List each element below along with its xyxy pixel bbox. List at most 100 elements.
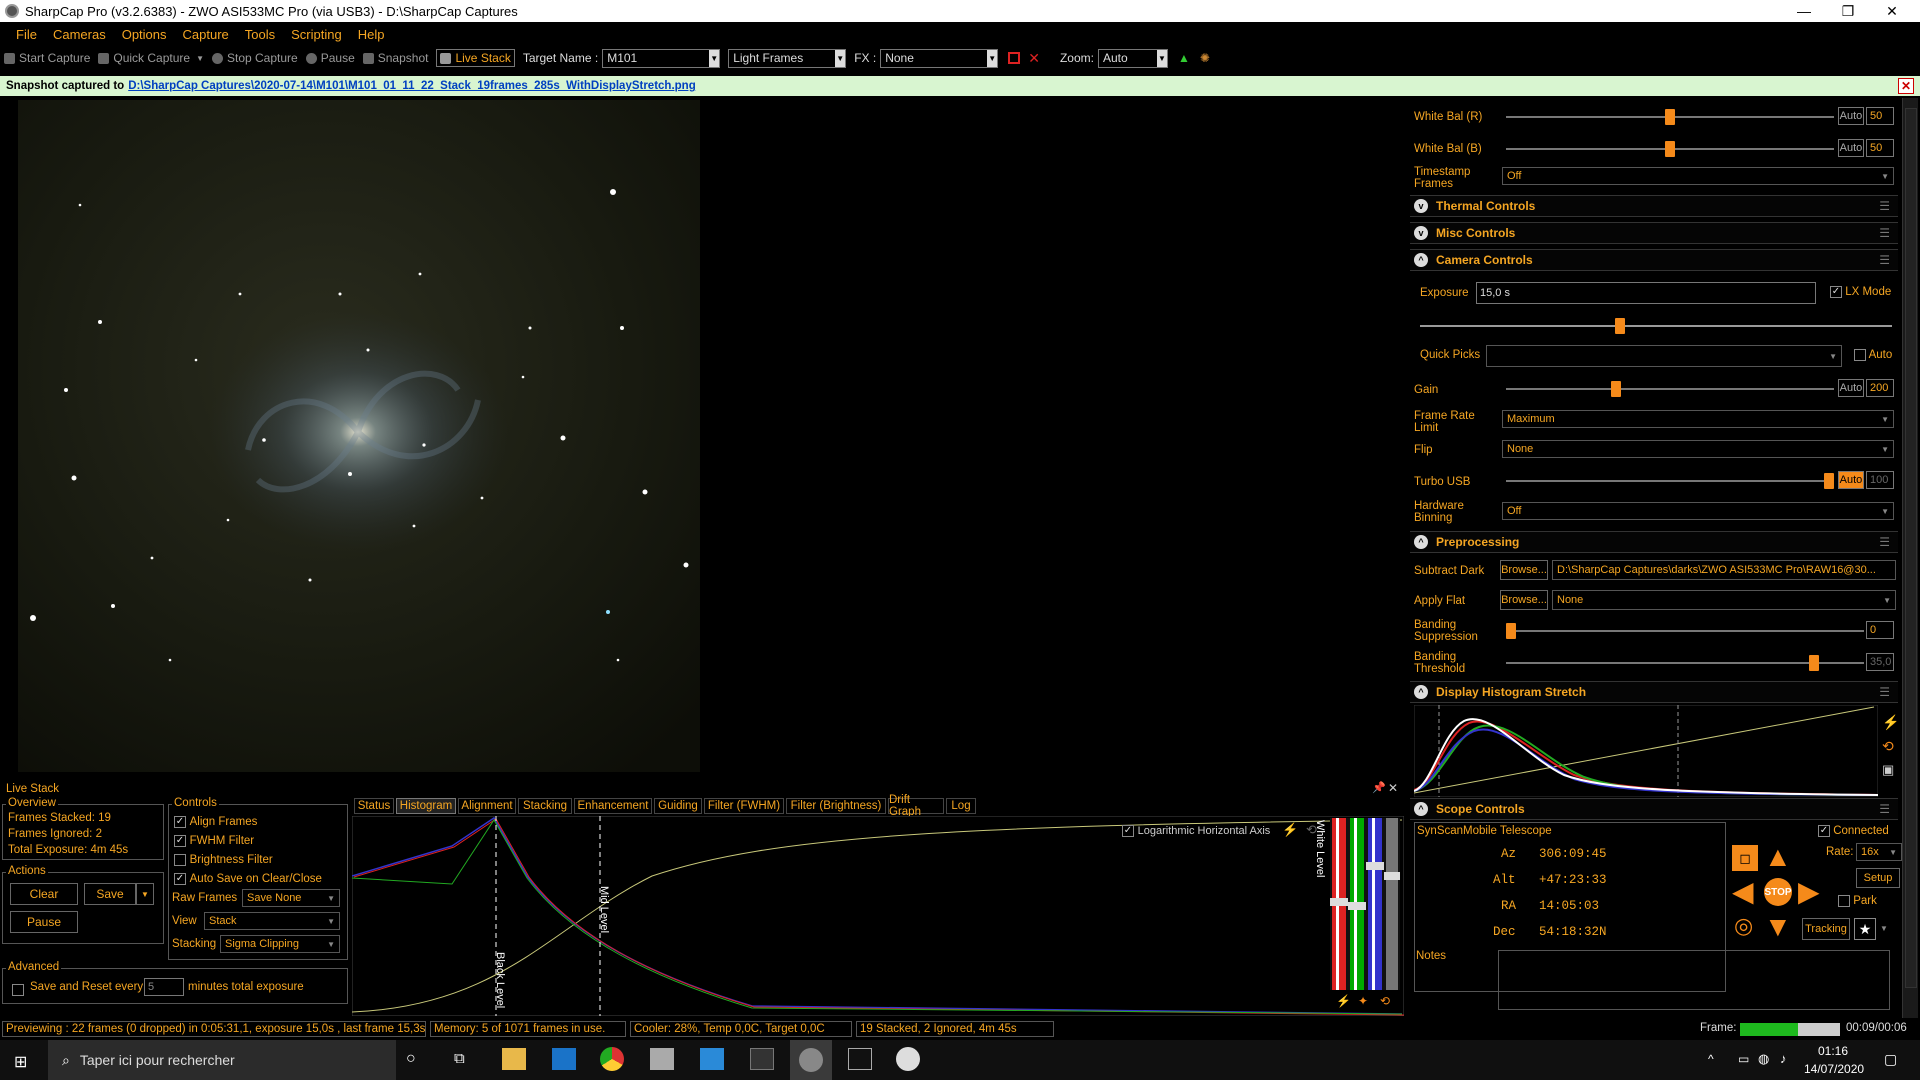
stop-capture-button[interactable]: Stop Capture (212, 51, 298, 65)
stop-button[interactable]: STOP (1764, 878, 1792, 906)
banding-suppression-slider[interactable] (1506, 623, 1864, 639)
frame-type-select[interactable]: Light Frames ▼ (728, 48, 847, 68)
thermal-controls-header[interactable]: v Thermal Controls ☰ (1410, 195, 1898, 217)
gain-value[interactable]: 200 (1866, 379, 1894, 397)
app-icon[interactable] (896, 1047, 920, 1071)
start-capture-button[interactable]: Start Capture (4, 51, 90, 65)
cortana-icon[interactable]: ○ (406, 1050, 416, 1068)
white-bal-b-auto[interactable]: Auto (1838, 139, 1864, 157)
minimize-button[interactable]: — (1782, 0, 1826, 22)
auto-stretch-icon[interactable]: ⚡ (1882, 714, 1899, 731)
quick-capture-button[interactable]: Quick Capture ▼ (98, 51, 204, 65)
white-bal-r-value[interactable]: 50 (1866, 107, 1894, 125)
histogram-icon[interactable]: ▲ (1178, 51, 1190, 65)
quick-picks-select[interactable]: ▼ (1486, 345, 1842, 367)
banding-threshold-value[interactable]: 35,0 (1866, 653, 1894, 671)
menu-lines-icon[interactable]: ☰ (1879, 253, 1890, 267)
exposure-input[interactable]: 15,0 s (1476, 282, 1816, 304)
tab-status[interactable]: Status (354, 798, 394, 814)
misc-controls-header[interactable]: v Misc Controls ☰ (1410, 222, 1898, 244)
level-sliders[interactable] (1330, 818, 1400, 990)
tab-filter-brightness[interactable]: Filter (Brightness) (786, 798, 886, 814)
arrow-left-icon[interactable]: ◀ (1732, 878, 1754, 906)
terminal-icon[interactable] (848, 1048, 872, 1070)
auto-save-checkbox[interactable]: ✓ Auto Save on Clear/Close (174, 870, 322, 885)
turbo-usb-auto[interactable]: Auto (1838, 471, 1864, 489)
stack-histogram[interactable] (352, 816, 1404, 1016)
turbo-usb-thumb[interactable] (1824, 473, 1834, 489)
clock-date[interactable]: 14/07/2020 (1804, 1062, 1864, 1076)
chevron-down-icon[interactable]: ▼ (1156, 49, 1167, 67)
blue-level-bar[interactable] (1366, 818, 1384, 990)
clear-button[interactable]: Clear (10, 883, 78, 905)
gain-thumb[interactable] (1610, 381, 1621, 397)
menu-lines-icon[interactable]: ☰ (1879, 226, 1890, 240)
preprocessing-header[interactable]: ^ Preprocessing ☰ (1410, 531, 1898, 553)
view-select[interactable]: Stack ▼ (204, 912, 340, 930)
apply-flat-browse-button[interactable]: Browse... (1500, 590, 1548, 610)
arrow-right-icon[interactable]: ▶ (1798, 878, 1820, 906)
subtract-dark-select[interactable]: D:\SharpCap Captures\darks\ZWO ASI533MC … (1552, 560, 1896, 580)
align-frames-checkbox[interactable]: ✓ Align Frames (174, 813, 257, 828)
tab-enhancement[interactable]: Enhancement (574, 798, 652, 814)
tab-stacking[interactable]: Stacking (518, 798, 572, 814)
banding-suppression-thumb[interactable] (1506, 623, 1516, 639)
brightness-filter-checkbox[interactable]: Brightness Filter (174, 851, 273, 866)
banding-threshold-slider[interactable] (1506, 655, 1864, 671)
banding-threshold-thumb[interactable] (1808, 655, 1819, 671)
tab-drift-graph[interactable]: Drift Graph (888, 794, 944, 818)
star-icon[interactable]: ★ (1854, 918, 1876, 940)
zoom-select[interactable]: Auto ▼ (1097, 48, 1168, 68)
stacking-select[interactable]: Sigma Clipping ▼ (220, 935, 340, 953)
mail-icon[interactable] (552, 1048, 576, 1070)
task-view-icon[interactable]: ⧉ (454, 1050, 465, 1067)
red-level-bar[interactable] (1330, 818, 1348, 990)
volume-icon[interactable]: ♪ (1780, 1051, 1787, 1066)
menu-options[interactable]: Options (122, 27, 167, 42)
pause-button[interactable]: Pause (305, 51, 355, 65)
scope-controls-header[interactable]: ^ Scope Controls ☰ (1410, 798, 1898, 820)
save-options-chevron-icon[interactable]: ▼ (136, 883, 154, 905)
white-bal-b-slider[interactable] (1506, 141, 1834, 157)
menu-cameras[interactable]: Cameras (53, 27, 106, 42)
app-icon[interactable] (750, 1048, 774, 1070)
fwhm-filter-checkbox[interactable]: ✓ FWHM Filter (174, 832, 254, 847)
white-bal-r-auto[interactable]: Auto (1838, 107, 1864, 125)
snapshot-path-link[interactable]: D:\SharpCap Captures\2020-07-14\M101\M10… (128, 80, 696, 92)
flip-select[interactable]: None ▼ (1502, 440, 1894, 458)
gain-slider[interactable] (1506, 381, 1834, 397)
binning-select[interactable]: Off ▼ (1502, 502, 1894, 520)
reticule-icon[interactable] (1008, 52, 1021, 64)
chevron-down-icon[interactable]: ▼ (709, 49, 720, 67)
green-level-bar[interactable] (1348, 818, 1366, 990)
timestamp-select[interactable]: Off ▼ (1502, 167, 1894, 185)
fullscreen-icon[interactable]: ◻ (1732, 845, 1758, 871)
file-explorer-icon[interactable] (502, 1048, 526, 1070)
app-icon[interactable] (700, 1048, 724, 1070)
auto-stretch-icon[interactable]: ⚡ (1336, 994, 1351, 1008)
close-icon[interactable]: ✕ (1388, 781, 1398, 795)
sharpcap-taskbar-button[interactable] (790, 1040, 832, 1080)
chevron-down-icon[interactable]: ▼ (1880, 924, 1888, 933)
clock-time[interactable]: 01:16 (1818, 1044, 1848, 1058)
app-icon[interactable] (650, 1048, 674, 1070)
menu-lines-icon[interactable]: ☰ (1879, 685, 1890, 699)
turbo-usb-slider[interactable] (1506, 473, 1834, 489)
live-stack-button[interactable]: Live Stack (436, 49, 515, 67)
tab-alignment[interactable]: Alignment (458, 798, 516, 814)
raw-frames-select[interactable]: Save None ▼ (242, 889, 340, 907)
tab-guiding[interactable]: Guiding (654, 798, 702, 814)
menu-capture[interactable]: Capture (183, 27, 229, 42)
tab-filter-fwhm[interactable]: Filter (FWHM) (704, 798, 784, 814)
notes-textarea[interactable] (1498, 950, 1890, 1010)
auto-stretch-icon[interactable]: ⚡ (1282, 822, 1298, 838)
menu-lines-icon[interactable]: ☰ (1879, 199, 1890, 213)
tab-log[interactable]: Log (946, 798, 976, 814)
arrow-up-icon[interactable]: ▲ (1764, 843, 1792, 871)
menu-tools[interactable]: Tools (245, 27, 275, 42)
arrow-down-icon[interactable]: ▼ (1764, 913, 1792, 941)
sparkle-icon[interactable]: ✦ (1358, 994, 1368, 1008)
subtract-dark-browse-button[interactable]: Browse... (1500, 560, 1548, 580)
fx-select[interactable]: None ▼ (880, 48, 999, 68)
right-panel-scrollbar[interactable] (1902, 98, 1918, 1018)
